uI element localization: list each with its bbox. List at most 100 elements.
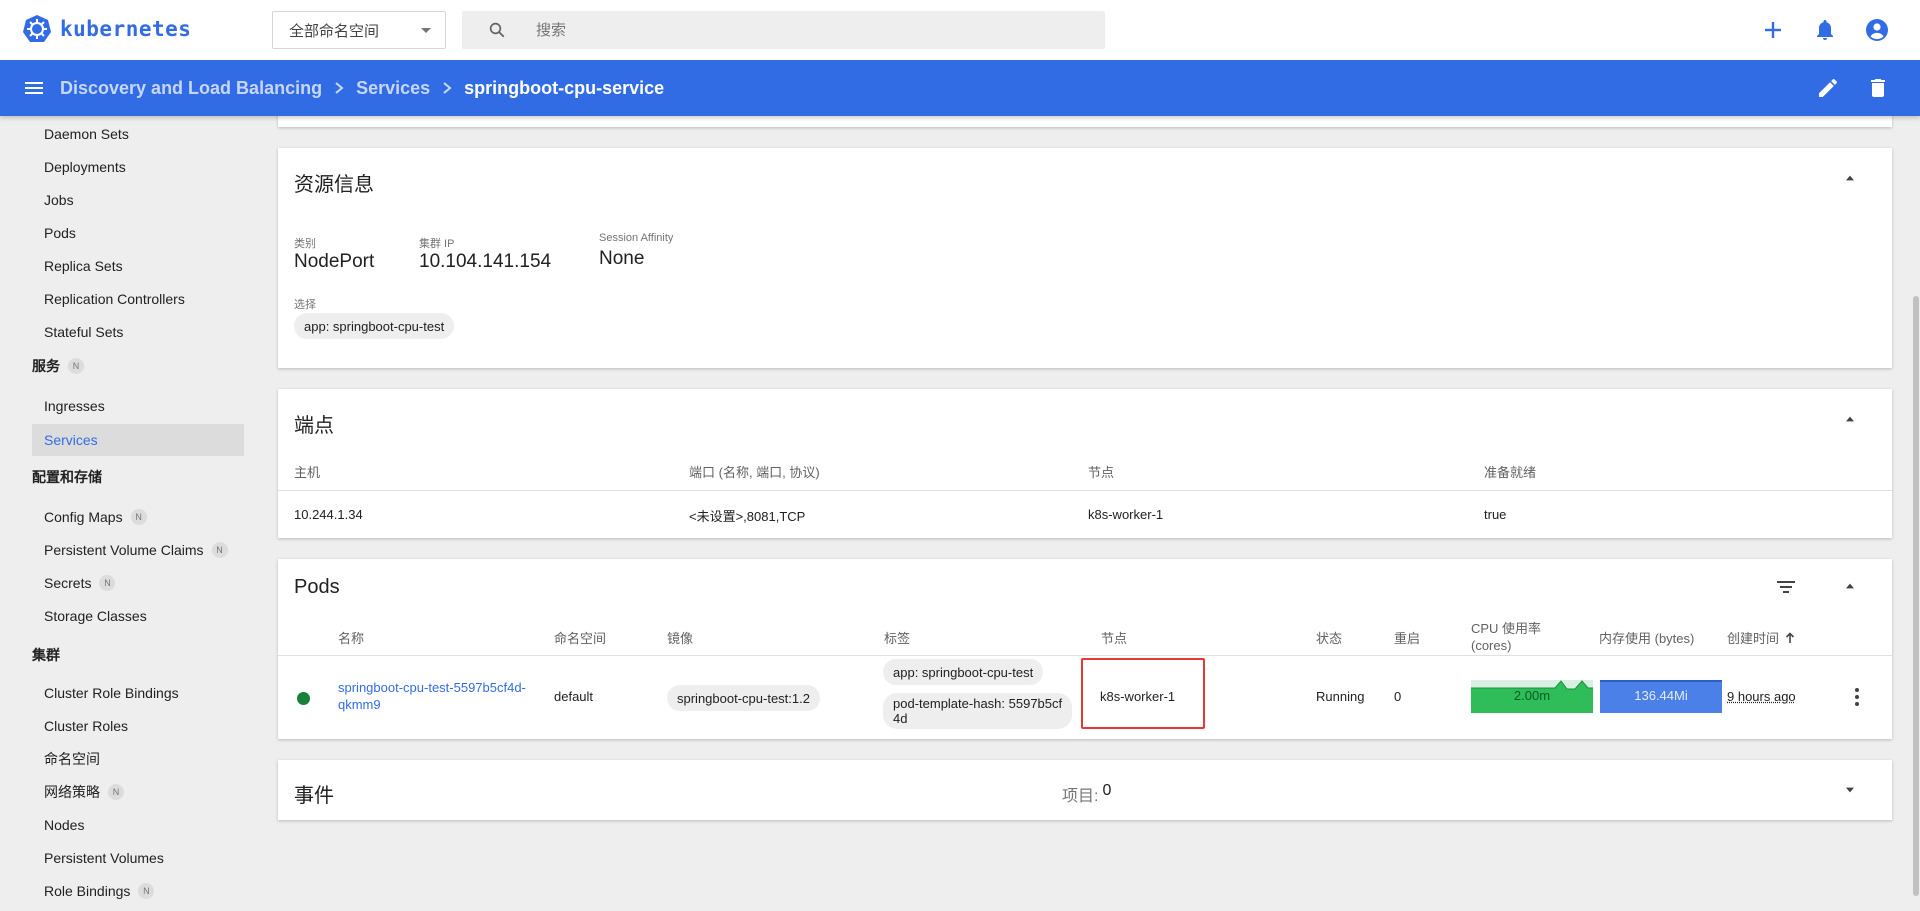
divider [278, 655, 1892, 656]
pod-label-chip: app: springboot-cpu-test [883, 659, 1044, 685]
pod-restarts: 0 [1394, 689, 1402, 704]
pod-created-time[interactable]: 9 hours ago [1727, 689, 1796, 704]
sidebar-item-cluster-role-bindings[interactable]: Cluster Role Bindings [32, 677, 244, 709]
selector-chip: app: springboot-cpu-test [294, 313, 455, 339]
breadcrumb-services[interactable]: Services [356, 78, 430, 99]
collapse-arrow-up-icon[interactable] [1844, 582, 1856, 590]
memory-sparkline[interactable]: 136.44Mi [1600, 680, 1722, 713]
collapse-arrow-up-icon[interactable] [1844, 174, 1856, 182]
sidebar-item-storage-classes[interactable]: Storage Classes [32, 600, 244, 632]
top-bar: kubernetes 全部命名空间 [0, 0, 1920, 60]
breadcrumb-discovery[interactable]: Discovery and Load Balancing [60, 78, 322, 99]
chevron-right-icon [334, 81, 344, 95]
column-header-restarts: 重启 [1394, 631, 1421, 646]
sidebar-item-services[interactable]: Services [32, 424, 244, 456]
events-item-count: 项目: 0 [1062, 782, 1111, 806]
pod-name-link[interactable]: springboot-cpu-test-5597b5cf4d- qkmm9 [338, 679, 526, 713]
sidebar-item-label: Persistent Volume Claims [44, 542, 204, 558]
notifications-bell-icon[interactable] [1812, 17, 1838, 43]
search-box[interactable] [462, 11, 1105, 49]
sidebar-nav: Daemon Sets Deployments Jobs Pods Replic… [0, 116, 250, 911]
column-header-ports: 端口 (名称, 端口, 协议) [689, 465, 820, 480]
pod-label-line1: pod-template-hash: 5597b5cf [893, 696, 1063, 711]
pod-image-chip: springboot-cpu-test:1.2 [667, 685, 820, 711]
caret-down-icon [421, 28, 431, 33]
items-count: 0 [1102, 782, 1112, 799]
kubernetes-helm-icon [23, 15, 51, 42]
column-header-node: 节点 [1088, 465, 1115, 480]
menu-icon[interactable] [22, 76, 46, 100]
sidebar-item-ingresses[interactable]: Ingresses [32, 390, 244, 422]
sidebar-item-label: Persistent Volumes [44, 850, 164, 866]
namespaced-badge: N [99, 575, 116, 591]
sidebar-item-config-maps[interactable]: Config Maps N [32, 501, 244, 533]
filter-list-icon[interactable] [1776, 579, 1796, 595]
sidebar-item-label: 命名空间 [44, 751, 100, 767]
edit-pencil-icon[interactable] [1816, 76, 1840, 100]
sort-arrow-up-icon [1785, 631, 1795, 643]
sidebar-item-replica-sets[interactable]: Replica Sets [32, 250, 244, 282]
sidebar-item-cluster-roles[interactable]: Cluster Roles [32, 710, 244, 742]
sidebar-item-pods[interactable]: Pods [32, 217, 244, 249]
sidebar-item-deployments[interactable]: Deployments [32, 151, 244, 183]
items-label: 项目: [1062, 788, 1099, 805]
logo-text: kubernetes [60, 17, 192, 41]
search-input[interactable] [536, 11, 1076, 49]
type-value: NodePort [294, 251, 375, 272]
sidebar-section-label: 服务 [32, 358, 60, 374]
column-header-name[interactable]: 名称 [338, 628, 364, 647]
sidebar-item-replication-controllers[interactable]: Replication Controllers [32, 283, 244, 315]
sidebar-section-cluster[interactable]: 集群 [32, 643, 60, 667]
expand-arrow-down-icon[interactable] [1844, 786, 1856, 794]
column-header-image: 镜像 [667, 631, 694, 646]
sidebar-section-services[interactable]: 服务 N [32, 354, 84, 378]
add-icon[interactable] [1760, 17, 1786, 43]
sidebar-item-secrets[interactable]: Secrets N [32, 567, 244, 599]
pod-label-chip: pod-template-hash: 5597b5cf 4d [883, 693, 1073, 729]
sidebar-item-label: 网络策略 [44, 784, 100, 800]
sidebar-item-network-policies[interactable]: 网络策略 N [32, 776, 244, 808]
sidebar-section-config-storage[interactable]: 配置和存储 [32, 465, 102, 489]
collapse-arrow-up-icon[interactable] [1844, 415, 1856, 423]
column-header-cpu: CPU 使用率 (cores) [1471, 620, 1541, 654]
endpoint-ready: true [1484, 507, 1507, 522]
namespace-select[interactable]: 全部命名空间 [272, 11, 446, 49]
search-icon [489, 22, 505, 38]
scrollbar-track[interactable] [1912, 116, 1920, 911]
card-title: 端点 [294, 415, 334, 437]
sidebar-item-role-bindings[interactable]: Role Bindings N [32, 875, 244, 907]
sidebar-item-jobs[interactable]: Jobs [32, 184, 244, 216]
card-title: 资源信息 [294, 174, 374, 196]
namespace-select-value: 全部命名空间 [289, 22, 380, 40]
column-header-cpu-line1: CPU 使用率 [1471, 621, 1542, 636]
sidebar-item-nodes[interactable]: Nodes [32, 809, 244, 841]
breadcrumb-bar: Discovery and Load Balancing Services sp… [0, 60, 1920, 116]
pods-card: Pods 名称 命名空间 镜像 标签 节点 状态 重启 CPU 使用率 (cor… [278, 559, 1892, 739]
pod-name-line2: qkmm9 [338, 697, 381, 712]
account-circle-icon[interactable] [1864, 17, 1890, 43]
endpoint-host: 10.244.1.34 [294, 507, 363, 522]
sidebar-item-label: Nodes [44, 817, 85, 833]
delete-trash-icon[interactable] [1866, 76, 1890, 100]
endpoint-node: k8s-worker-1 [1088, 507, 1164, 522]
column-header-created[interactable]: 创建时间 [1727, 628, 1795, 647]
sidebar-item-persistent-volume-claims[interactable]: Persistent Volume Claims N [32, 534, 244, 566]
sidebar-item-namespaces[interactable]: 命名空间 [32, 743, 244, 775]
status-running-icon [297, 692, 310, 705]
header-actions [1816, 76, 1890, 100]
column-header-namespace: 命名空间 [554, 631, 607, 646]
sidebar-item-daemon-sets[interactable]: Daemon Sets [32, 118, 244, 150]
session-affinity-label: Session Affinity [599, 232, 674, 244]
sidebar-item-stateful-sets[interactable]: Stateful Sets [32, 316, 244, 348]
sidebar-item-persistent-volumes[interactable]: Persistent Volumes [32, 842, 244, 874]
scrollbar-thumb[interactable] [1913, 296, 1919, 896]
column-header-node: 节点 [1101, 631, 1128, 646]
more-vert-icon[interactable] [1854, 687, 1860, 707]
chevron-right-icon [442, 81, 452, 95]
kubernetes-logo[interactable]: kubernetes [22, 14, 191, 44]
sidebar-item-label: Storage Classes [44, 608, 147, 624]
breadcrumb-current: springboot-cpu-service [464, 77, 665, 98]
cpu-sparkline[interactable]: 2.00m [1471, 680, 1593, 713]
column-header-status: 状态 [1316, 631, 1343, 646]
column-header-created-label: 创建时间 [1727, 631, 1780, 646]
